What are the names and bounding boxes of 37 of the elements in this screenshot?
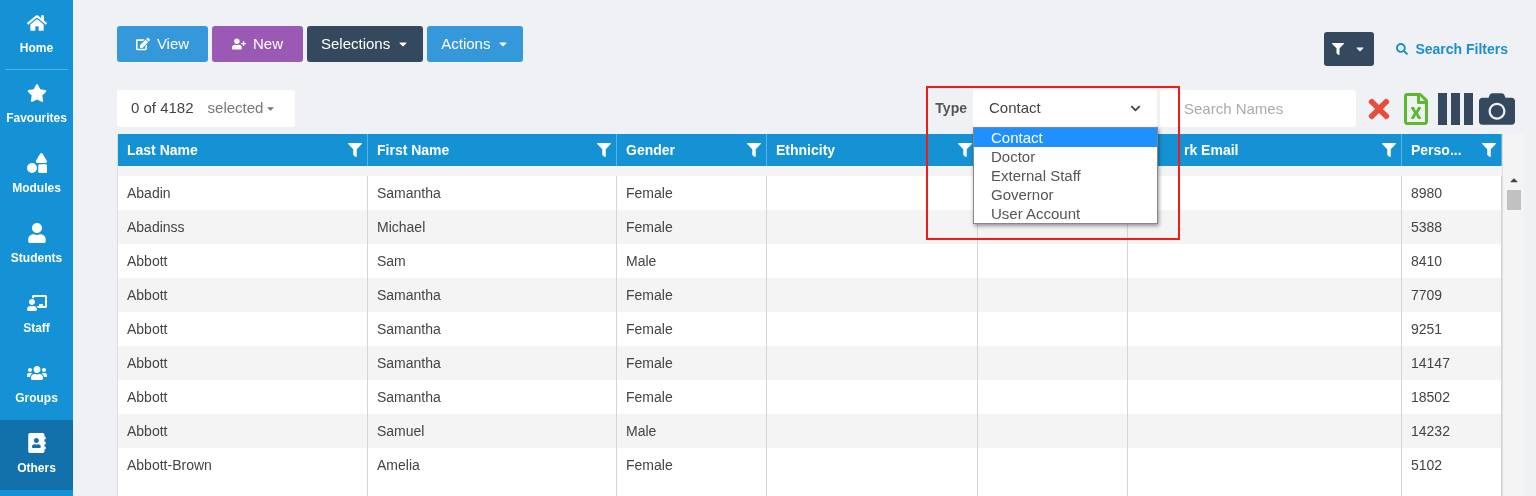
table-cell-text: Female (626, 455, 673, 475)
table-cell-text: 14232 (1411, 421, 1450, 441)
table-cell-text: Abbott (127, 387, 168, 407)
table-cell-text: Abbott (127, 421, 168, 441)
table-cell-text: 9251 (1411, 319, 1443, 339)
table-cell-text: 8980 (1411, 183, 1443, 203)
table-cell-text: Male (626, 421, 657, 441)
table-cell-text: Female (626, 217, 673, 237)
table-cell-text: Abbott (127, 353, 168, 373)
table-cell-text: Abbott-Brown (127, 455, 212, 475)
table-cell-text: Samuel (377, 421, 425, 441)
table-cell-text: Female (626, 387, 673, 407)
table-cell-text: Male (626, 251, 657, 271)
table-cell-text: Female (626, 319, 673, 339)
table-cell-text: Samantha (377, 285, 441, 305)
table-cell-text: Abadin (127, 183, 171, 203)
type-label: Type (935, 99, 967, 118)
table-cell-text: 5102 (1411, 455, 1443, 475)
table-cell-text: Amelia (377, 455, 420, 475)
table-cell-text: Samantha (377, 353, 441, 373)
table-cell-text: Female (626, 285, 673, 305)
table-cell-text: Abadinss (127, 217, 185, 237)
table-cell-text: 14147 (1411, 353, 1450, 373)
table-cell-text: Samantha (377, 319, 441, 339)
table-cell-text: Abbott (127, 285, 168, 305)
table-cell-text: 7709 (1411, 285, 1443, 305)
table-cell-text: Michael (377, 217, 426, 237)
table-cell-text: Female (626, 183, 673, 203)
table-cell-text: Sam (377, 251, 406, 271)
table-cell-text: Samantha (377, 183, 441, 203)
table-cell-text: Female (626, 353, 673, 373)
table-cell-text: Samantha (377, 387, 441, 407)
table-cell-text: 5388 (1411, 217, 1443, 237)
table-cell-text: Abbott (127, 251, 168, 271)
table-cell-text: 18502 (1411, 387, 1450, 407)
table-cell-text: Abbott (127, 319, 168, 339)
table-cell-text: 8410 (1411, 251, 1443, 271)
